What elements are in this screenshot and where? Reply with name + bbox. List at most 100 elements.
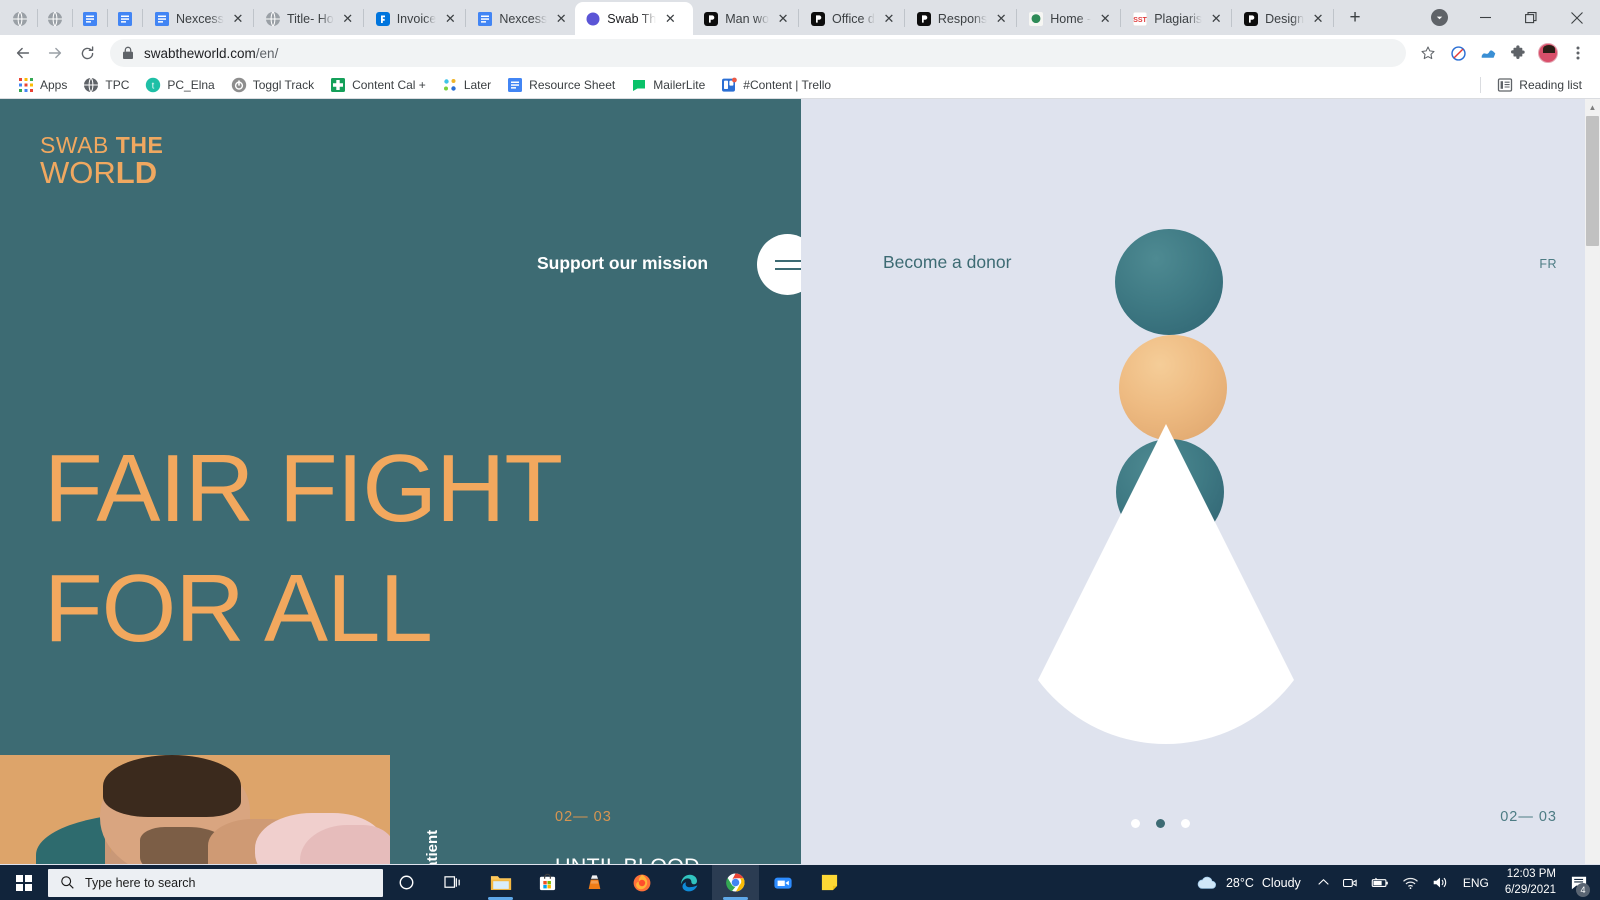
tab-close-icon[interactable]: ✕: [230, 11, 246, 27]
reload-icon: [81, 45, 93, 59]
tab-pinned-2[interactable]: [39, 2, 71, 35]
trello-icon: [721, 77, 738, 93]
volume-icon[interactable]: [1425, 865, 1455, 900]
scroll-up-arrow-icon[interactable]: ▲: [1585, 99, 1600, 116]
minimize-button[interactable]: [1462, 2, 1508, 34]
tab-separator: [37, 9, 38, 27]
cone-graphic: [956, 424, 1376, 744]
bookmark-pc-elna[interactable]: t PC_Elna: [137, 74, 222, 96]
tab-close-icon[interactable]: ✕: [775, 11, 791, 27]
sticky-notes-icon[interactable]: [806, 865, 853, 900]
bookmarks-bar: Apps TPC t PC_Elna Toggl Track Content C…: [0, 71, 1600, 99]
bookmark-content-trello[interactable]: #Content | Trello: [713, 74, 839, 96]
wave-extension-button[interactable]: [1474, 39, 1502, 67]
camera-icon[interactable]: [1336, 865, 1364, 900]
zoom-icon[interactable]: [759, 865, 806, 900]
sst-icon: SST: [1132, 11, 1148, 27]
tab-separator: [1120, 9, 1122, 27]
reload-button[interactable]: [72, 38, 102, 68]
tab-invoice[interactable]: Invoice ✕: [365, 2, 465, 35]
tab-nexcess-2[interactable]: Nexcess ✕: [467, 2, 575, 35]
slider-dot-3[interactable]: [1181, 819, 1190, 828]
language-indicator[interactable]: ENG: [1455, 876, 1497, 890]
tab-respons[interactable]: Respons ✕: [906, 2, 1015, 35]
tab-close-icon[interactable]: ✕: [662, 11, 678, 27]
address-bar[interactable]: swabtheworld.com/en/: [110, 39, 1406, 67]
tab-nexcess-1[interactable]: Nexcess ✕: [144, 2, 252, 35]
bookmark-later[interactable]: Later: [434, 74, 499, 96]
reading-list-button[interactable]: Reading list: [1489, 74, 1590, 96]
tab-office-d[interactable]: Office d ✕: [800, 2, 903, 35]
tab-man-wo[interactable]: Man wo ✕: [693, 2, 797, 35]
reading-list-icon: [1497, 77, 1513, 93]
windows-start-icon[interactable]: [0, 865, 48, 900]
notifications-button[interactable]: 4: [1564, 865, 1594, 900]
battery-icon[interactable]: [1364, 865, 1396, 900]
url-host: swabtheworld.com: [144, 45, 256, 61]
tab-close-icon[interactable]: ✕: [340, 11, 356, 27]
site-logo[interactable]: SWAB THE WORLD: [40, 133, 163, 189]
restore-down-button[interactable]: [1416, 2, 1462, 34]
show-hidden-icons-icon[interactable]: [1311, 865, 1336, 900]
chrome-menu-button[interactable]: [1564, 39, 1592, 67]
profile-button[interactable]: [1534, 39, 1562, 67]
bookmark-content-cal[interactable]: Content Cal +: [322, 74, 434, 96]
support-our-mission-link[interactable]: Support our mission: [537, 253, 708, 274]
weather-widget[interactable]: 28°C Cloudy: [1186, 874, 1311, 892]
mailerlite-icon: [631, 77, 647, 93]
microsoft-store-icon[interactable]: [524, 865, 571, 900]
new-tab-button[interactable]: +: [1341, 4, 1369, 32]
lock-icon: [123, 46, 133, 59]
firefox-icon[interactable]: [618, 865, 665, 900]
tab-pinned-4[interactable]: [109, 2, 141, 35]
bookmark-resource-sheet[interactable]: Resource Sheet: [499, 74, 623, 96]
tab-close-icon[interactable]: ✕: [1097, 11, 1113, 27]
scrollbar-thumb[interactable]: [1586, 116, 1599, 246]
cortana-icon[interactable]: [383, 865, 430, 900]
extensions-button[interactable]: [1504, 39, 1532, 67]
maximize-button[interactable]: [1508, 2, 1554, 34]
slider-dot-1[interactable]: [1131, 819, 1140, 828]
tab-pinned-3[interactable]: [74, 2, 106, 35]
tab-swab-the-world[interactable]: Swab Th ✕: [575, 2, 694, 35]
forward-button[interactable]: [40, 38, 70, 68]
page-viewport: SWAB THE WORLD Support our mission FAIR …: [0, 99, 1600, 864]
taskbar-clock[interactable]: 12:03 PM 6/29/2021: [1497, 867, 1564, 898]
bookmark-star-button[interactable]: [1414, 39, 1442, 67]
bookmark-mailerlite[interactable]: MailerLite: [623, 74, 713, 96]
tab-plagiarism[interactable]: SST Plagiaris ✕: [1122, 2, 1230, 35]
tab-pinned-1[interactable]: [4, 2, 36, 35]
globe-icon: [265, 11, 281, 27]
bookmark-apps[interactable]: Apps: [10, 74, 75, 96]
language-switch-fr[interactable]: FR: [1539, 257, 1557, 271]
bookmark-toggl-track[interactable]: Toggl Track: [223, 74, 322, 96]
slider-dot-2[interactable]: [1156, 819, 1165, 828]
headline-line-2: FOR ALL: [44, 555, 433, 662]
page-scrollbar[interactable]: ▲: [1585, 99, 1600, 864]
tab-home[interactable]: Home - ✕: [1018, 2, 1119, 35]
tab-close-icon[interactable]: ✕: [881, 11, 897, 27]
tab-close-icon[interactable]: ✕: [442, 11, 458, 27]
taskbar-search-input[interactable]: Type here to search: [48, 868, 383, 897]
close-button[interactable]: [1554, 2, 1600, 34]
chrome-icon[interactable]: [712, 865, 759, 900]
tab-close-icon[interactable]: ✕: [1208, 11, 1224, 27]
tab-label: Design: [1265, 11, 1305, 26]
bookmark-label: Resource Sheet: [529, 77, 616, 92]
tab-close-icon[interactable]: ✕: [553, 11, 569, 27]
task-view-icon[interactable]: [430, 865, 477, 900]
tab-label: Office d: [832, 11, 875, 26]
back-button[interactable]: [8, 38, 38, 68]
block-extension-button[interactable]: [1444, 39, 1472, 67]
tab-close-icon[interactable]: ✕: [1310, 11, 1326, 27]
file-explorer-icon[interactable]: [477, 865, 524, 900]
tab-design[interactable]: Design ✕: [1233, 2, 1332, 35]
wifi-icon[interactable]: [1396, 865, 1425, 900]
become-a-donor-link[interactable]: Become a donor: [883, 252, 1011, 273]
windows-logo: [16, 874, 32, 891]
vlc-icon[interactable]: [571, 865, 618, 900]
tab-close-icon[interactable]: ✕: [993, 11, 1009, 27]
bookmark-tpc[interactable]: TPC: [75, 74, 137, 96]
edge-icon[interactable]: [665, 865, 712, 900]
tab-title-host[interactable]: Title- Ho ✕: [255, 2, 362, 35]
